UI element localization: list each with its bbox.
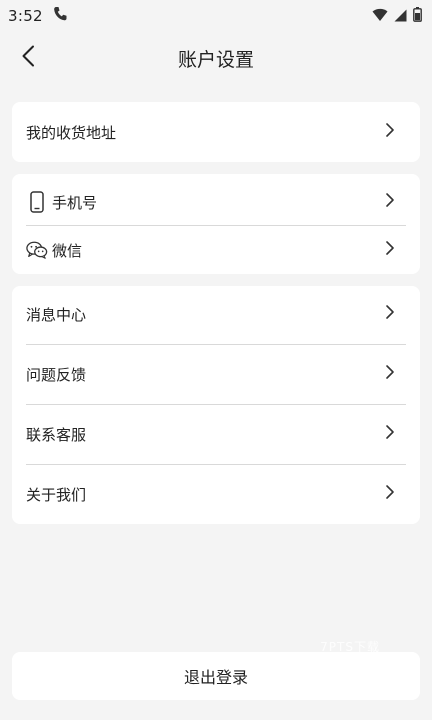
header: 账户设置	[0, 32, 432, 84]
feedback-label: 问题反馈	[26, 365, 87, 384]
back-button[interactable]	[12, 42, 44, 74]
chevron-right-icon	[384, 122, 396, 142]
chevron-left-icon	[21, 45, 35, 71]
messages-label: 消息中心	[26, 305, 87, 324]
misc-card: 消息中心 问题反馈 联系客服 关于我们	[12, 286, 420, 524]
chevron-right-icon	[384, 424, 396, 444]
logout-button[interactable]: 退出登录	[12, 652, 420, 700]
support-row[interactable]: 联系客服	[12, 410, 420, 458]
wechat-label: 微信	[52, 241, 83, 260]
chevron-right-icon	[384, 192, 396, 212]
divider	[26, 404, 406, 405]
battery-icon	[413, 6, 422, 26]
chevron-right-icon	[384, 364, 396, 384]
logout-label: 退出登录	[183, 668, 248, 687]
address-card: 我的收货地址	[12, 102, 420, 162]
wechat-icon	[26, 238, 48, 262]
mobile-phone-icon	[26, 190, 48, 214]
phone-row[interactable]: 手机号	[12, 178, 420, 226]
signal-icon	[394, 7, 407, 26]
about-row[interactable]: 关于我们	[12, 470, 420, 518]
status-bar: 3:52	[0, 0, 432, 32]
account-card: 手机号 微信	[12, 174, 420, 274]
wifi-icon	[372, 7, 388, 26]
phone-label: 手机号	[52, 193, 98, 212]
chevron-right-icon	[384, 304, 396, 324]
chevron-right-icon	[384, 240, 396, 260]
status-time: 3:52	[8, 7, 43, 25]
feedback-row[interactable]: 问题反馈	[12, 350, 420, 398]
messages-row[interactable]: 消息中心	[12, 290, 420, 338]
divider	[26, 344, 406, 345]
phone-icon	[53, 6, 67, 26]
address-label: 我的收货地址	[26, 123, 117, 142]
about-label: 关于我们	[26, 485, 87, 504]
page-title: 账户设置	[177, 48, 254, 71]
wechat-row[interactable]: 微信	[12, 226, 420, 274]
address-row[interactable]: 我的收货地址	[12, 108, 420, 156]
divider	[26, 464, 406, 465]
support-label: 联系客服	[26, 425, 87, 444]
chevron-right-icon	[384, 484, 396, 504]
